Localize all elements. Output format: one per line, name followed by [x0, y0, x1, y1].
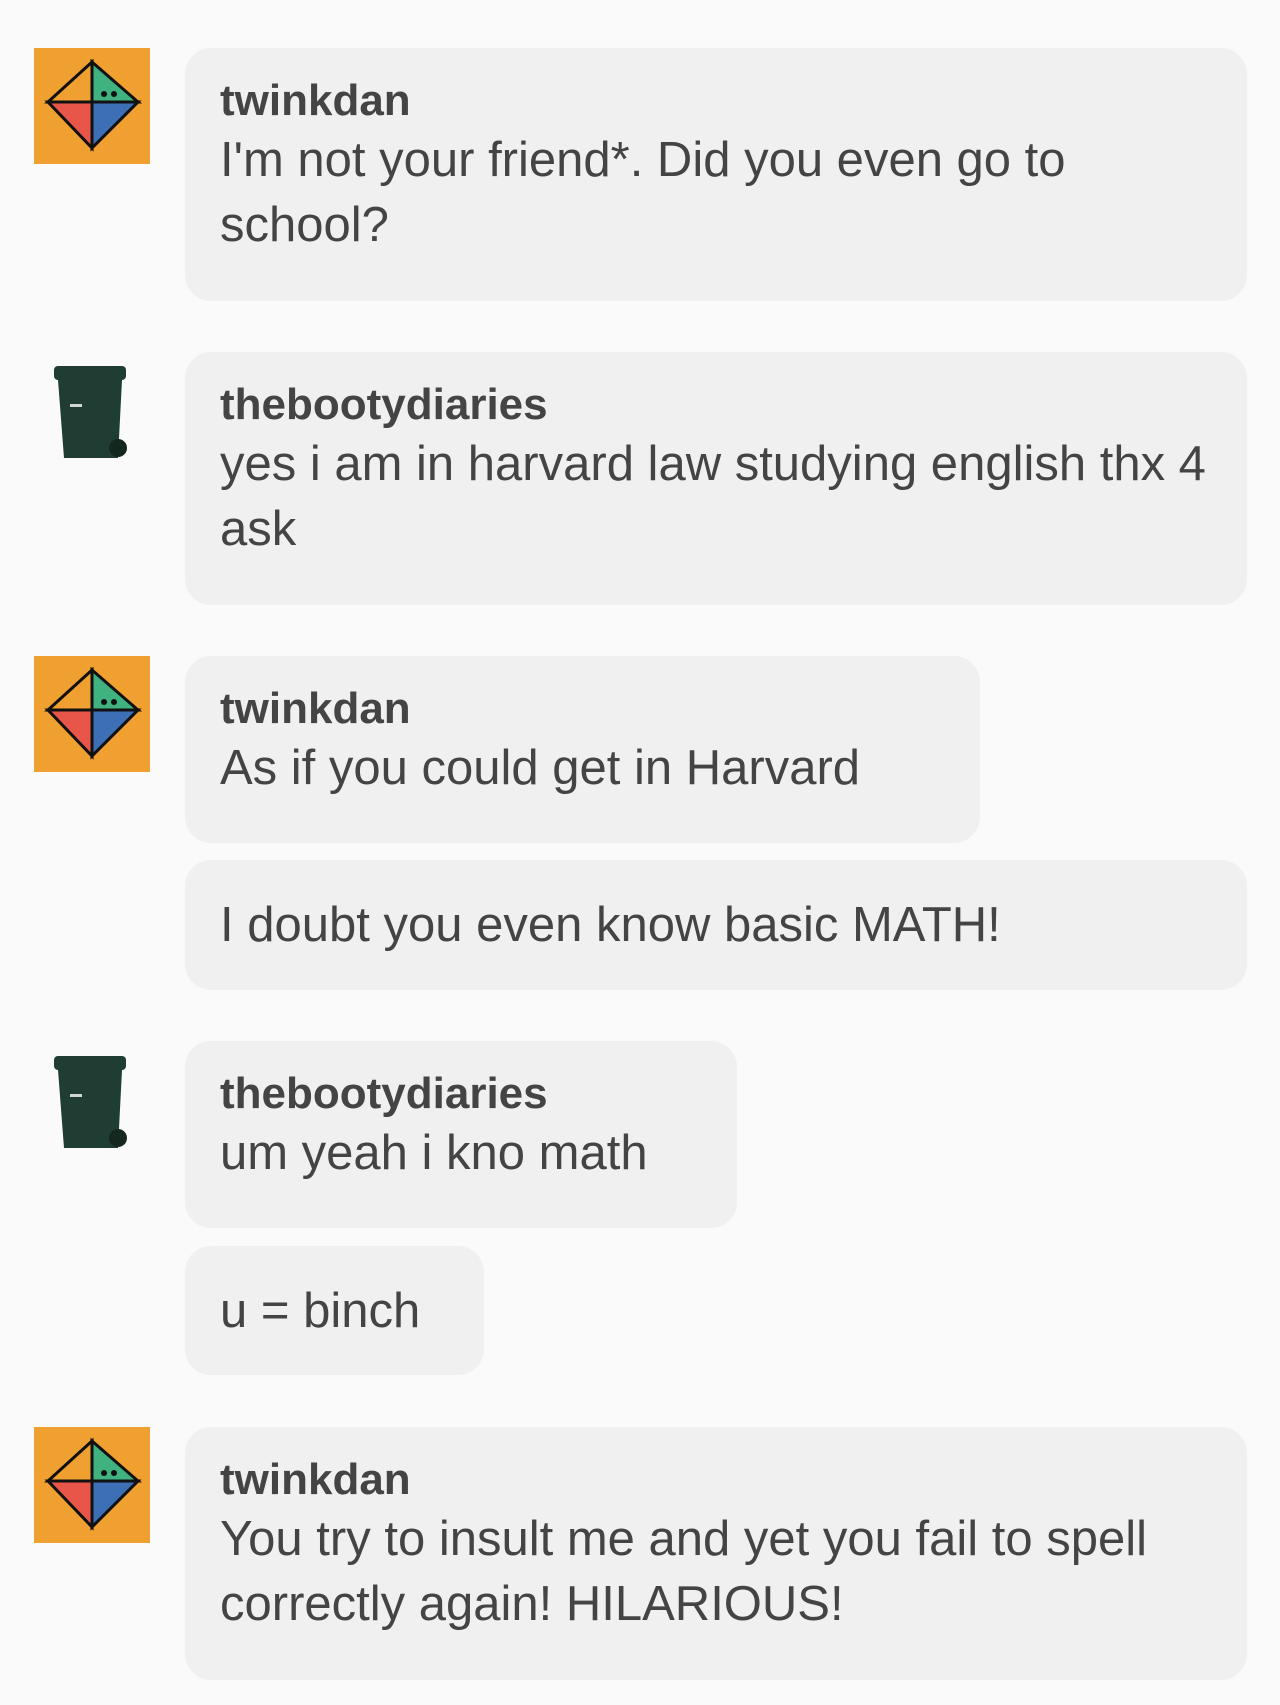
avatar-twinkdan[interactable] [34, 48, 150, 164]
message-text: You try to insult me and yet you fail to… [220, 1512, 1147, 1631]
message-bubble: thebootydiaries yes i am in harvard law … [185, 352, 1247, 605]
message-bubble: I doubt you even know basic MATH! [185, 860, 1247, 990]
message-text: yes i am in harvard law studying english… [220, 437, 1206, 556]
message-bubble: u = binch [185, 1246, 484, 1375]
avatar-twinkdan[interactable] [34, 656, 150, 772]
twinkdan-avatar-icon [34, 656, 150, 772]
message-bubble: thebootydiaries um yeah i kno math [185, 1041, 737, 1228]
trash-bin-icon [54, 366, 127, 458]
message-bubble: twinkdan I'm not your friend*. Did you e… [185, 48, 1247, 301]
message-username[interactable]: thebootydiaries [220, 1067, 702, 1121]
message-username[interactable]: twinkdan [220, 682, 945, 736]
twinkdan-avatar-icon [34, 1427, 150, 1543]
avatar-thebootydiaries[interactable] [34, 1050, 150, 1166]
message-bubble: twinkdan As if you could get in Harvard [185, 656, 980, 843]
message-username[interactable]: twinkdan [220, 1453, 1212, 1507]
message-text: um yeah i kno math [220, 1126, 648, 1180]
message-username[interactable]: thebootydiaries [220, 378, 1212, 432]
avatar-thebootydiaries[interactable] [34, 360, 150, 476]
message-text: I doubt you even know basic MATH! [220, 898, 1001, 952]
message-text: As if you could get in Harvard [220, 741, 861, 795]
message-bubble: twinkdan You try to insult me and yet yo… [185, 1427, 1247, 1680]
twinkdan-avatar-icon [34, 48, 150, 164]
trash-bin-icon [54, 1056, 127, 1148]
avatar-twinkdan[interactable] [34, 1427, 150, 1543]
message-text: I'm not your friend*. Did you even go to… [220, 133, 1066, 252]
message-text: u = binch [220, 1284, 421, 1338]
message-username[interactable]: twinkdan [220, 74, 1212, 128]
